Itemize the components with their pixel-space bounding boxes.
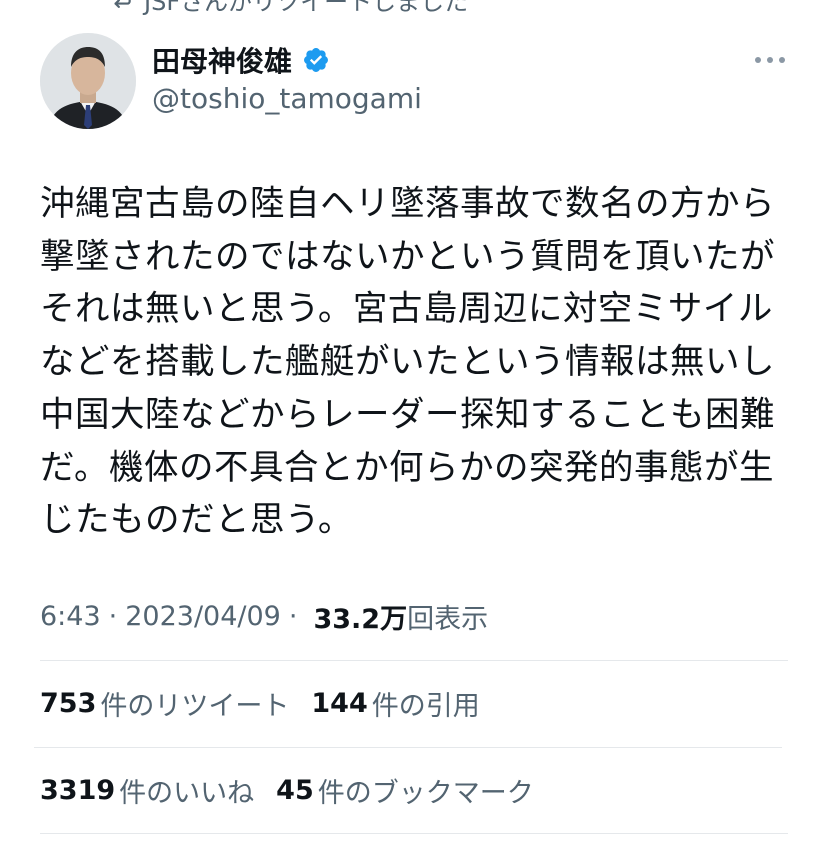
bookmarks-label[interactable]: 件のブックマーク — [318, 771, 534, 810]
handle[interactable]: @toshio_tamogami — [152, 82, 422, 115]
retweet-banner[interactable]: JSFさんがリツイートしました — [108, 0, 468, 16]
divider — [40, 833, 788, 834]
tweet-time[interactable]: 6:43 — [40, 601, 101, 632]
meta-separator: · — [108, 600, 118, 632]
quotes-label[interactable]: 件の引用 — [372, 684, 480, 723]
views-label: 回表示 — [407, 603, 489, 635]
more-icon — [753, 50, 787, 69]
retweet-banner-text: JSFさんがリツイートしました — [144, 0, 469, 16]
divider — [40, 660, 788, 661]
divider — [34, 747, 782, 748]
retweet-icon — [108, 0, 134, 15]
tweet-meta: 6:43 · 2023/04/09 · 33.2万 回表示 — [40, 596, 488, 636]
more-button[interactable] — [748, 44, 792, 74]
display-name[interactable]: 田母神俊雄 — [152, 40, 292, 80]
retweets-label[interactable]: 件のリツイート — [100, 684, 289, 723]
quotes-count[interactable]: 144 — [311, 688, 367, 719]
retweets-count[interactable]: 753 — [40, 688, 96, 719]
likes-label[interactable]: 件のいいね — [119, 771, 254, 810]
views-count: 33.2万 — [313, 603, 408, 635]
stats-row-likes: 3319 件のいいね 45 件のブックマーク — [40, 770, 556, 810]
meta-separator: · — [288, 600, 298, 632]
tweet-text: 沖縄宮古島の陸自ヘリ墜落事故で数名の方から撃墜されたのではないかという質問を頂い… — [40, 184, 775, 541]
verified-badge-icon — [302, 46, 330, 74]
bookmarks-count[interactable]: 45 — [276, 775, 314, 806]
avatar[interactable] — [40, 33, 136, 129]
stats-row-retweets: 753 件のリツイート 144 件の引用 — [40, 683, 502, 723]
likes-count[interactable]: 3319 — [40, 775, 115, 806]
tweet-date[interactable]: 2023/04/09 — [125, 601, 281, 632]
